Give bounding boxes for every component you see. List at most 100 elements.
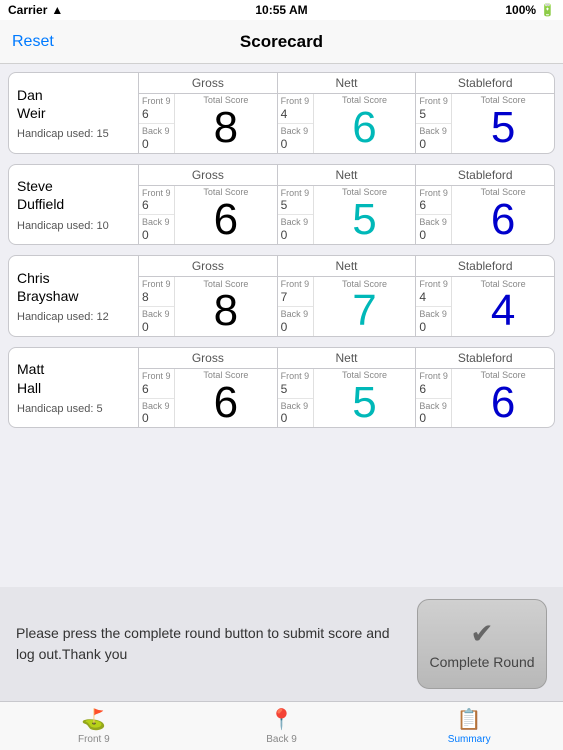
card-header-row: Gross Nett Stableford bbox=[139, 348, 554, 369]
page-title: Scorecard bbox=[240, 32, 323, 52]
tab-icon: 📍 bbox=[269, 707, 294, 732]
nett-total: Total Score 6 bbox=[314, 94, 416, 153]
gross-front9-cell: Front 9 8 bbox=[139, 277, 174, 307]
gross-total: Total Score 6 bbox=[175, 369, 277, 428]
battery-label: 100% bbox=[505, 3, 536, 17]
gross-left: Front 9 6 Back 9 0 bbox=[139, 186, 175, 245]
stableford-left: Front 9 6 Back 9 0 bbox=[416, 369, 452, 428]
tab-item-front-9[interactable]: ⛳ Front 9 bbox=[0, 702, 188, 750]
stableford-header: Stableford bbox=[416, 165, 554, 185]
gross-section: Front 9 8 Back 9 0 Total Score 8 bbox=[139, 277, 278, 336]
stableford-section: Front 9 6 Back 9 0 Total Score 6 bbox=[416, 186, 554, 245]
player-info: ChrisBrayshaw Handicap used: 12 bbox=[9, 256, 139, 336]
card-content: Gross Nett Stableford Front 9 8 Back 9 0 bbox=[139, 256, 554, 336]
card-header-row: Gross Nett Stableford bbox=[139, 165, 554, 186]
stableford-front9-cell: Front 9 6 bbox=[416, 186, 451, 216]
status-right: 100% 🔋 bbox=[505, 3, 555, 17]
stableford-total: Total Score 6 bbox=[452, 369, 554, 428]
player-handicap: Handicap used: 15 bbox=[17, 128, 130, 140]
gross-left: Front 9 6 Back 9 0 bbox=[139, 94, 175, 153]
checkmark-icon: ✔ bbox=[470, 617, 493, 650]
carrier-label: Carrier bbox=[8, 3, 47, 17]
gross-header: Gross bbox=[139, 165, 278, 185]
battery-icon: 🔋 bbox=[540, 3, 555, 17]
tab-label: Back 9 bbox=[266, 734, 297, 745]
stableford-header: Stableford bbox=[416, 348, 554, 368]
nett-section: Front 9 5 Back 9 0 Total Score 5 bbox=[278, 186, 417, 245]
stableford-section: Front 9 4 Back 9 0 Total Score 4 bbox=[416, 277, 554, 336]
stableford-header: Stableford bbox=[416, 256, 554, 276]
nett-back9-cell: Back 9 0 bbox=[278, 399, 313, 428]
gross-front9-cell: Front 9 6 bbox=[139, 369, 174, 399]
stableford-back9-cell: Back 9 0 bbox=[416, 215, 451, 244]
gross-header: Gross bbox=[139, 348, 278, 368]
tab-label: Summary bbox=[448, 734, 491, 745]
stableford-section: Front 9 6 Back 9 0 Total Score 6 bbox=[416, 369, 554, 428]
stableford-front9-cell: Front 9 5 bbox=[416, 94, 451, 124]
card-body: Front 9 6 Back 9 0 Total Score 6 bbox=[139, 186, 554, 245]
player-name: ChrisBrayshaw bbox=[17, 269, 130, 305]
nett-section: Front 9 7 Back 9 0 Total Score 7 bbox=[278, 277, 417, 336]
nav-bar: Reset Scorecard bbox=[0, 20, 563, 64]
scorecard-content: DanWeir Handicap used: 15 Gross Nett Sta… bbox=[0, 64, 563, 587]
nett-front9-cell: Front 9 5 bbox=[278, 186, 313, 216]
stableford-total: Total Score 5 bbox=[452, 94, 554, 153]
status-time: 10:55 AM bbox=[255, 3, 307, 17]
status-bar: Carrier ▲ 10:55 AM 100% 🔋 bbox=[0, 0, 563, 20]
stableford-total: Total Score 6 bbox=[452, 186, 554, 245]
tab-icon: 📋 bbox=[457, 707, 482, 732]
card-body: Front 9 6 Back 9 0 Total Score 6 bbox=[139, 369, 554, 428]
player-card: SteveDuffield Handicap used: 10 Gross Ne… bbox=[8, 164, 555, 246]
stableford-front9-cell: Front 9 6 bbox=[416, 369, 451, 399]
stableford-left: Front 9 5 Back 9 0 bbox=[416, 94, 452, 153]
reset-button[interactable]: Reset bbox=[12, 33, 54, 51]
player-name: DanWeir bbox=[17, 86, 130, 122]
player-info: SteveDuffield Handicap used: 10 bbox=[9, 165, 139, 245]
card-body: Front 9 8 Back 9 0 Total Score 8 bbox=[139, 277, 554, 336]
stableford-header: Stableford bbox=[416, 73, 554, 93]
bottom-action-area: Please press the complete round button t… bbox=[0, 587, 563, 701]
gross-front9-cell: Front 9 6 bbox=[139, 94, 174, 124]
stableford-back9-cell: Back 9 0 bbox=[416, 124, 451, 153]
nett-back9-cell: Back 9 0 bbox=[278, 124, 313, 153]
gross-front9-cell: Front 9 6 bbox=[139, 186, 174, 216]
gross-total: Total Score 6 bbox=[175, 186, 277, 245]
stableford-left: Front 9 6 Back 9 0 bbox=[416, 186, 452, 245]
nett-header: Nett bbox=[278, 165, 417, 185]
player-handicap: Handicap used: 10 bbox=[17, 220, 130, 232]
nett-left: Front 9 5 Back 9 0 bbox=[278, 186, 314, 245]
gross-left: Front 9 8 Back 9 0 bbox=[139, 277, 175, 336]
complete-round-button[interactable]: ✔ Complete Round bbox=[417, 599, 547, 689]
nett-left: Front 9 5 Back 9 0 bbox=[278, 369, 314, 428]
tab-item-back-9[interactable]: 📍 Back 9 bbox=[188, 702, 376, 750]
bottom-instruction-text: Please press the complete round button t… bbox=[16, 623, 405, 665]
card-body: Front 9 6 Back 9 0 Total Score 8 bbox=[139, 94, 554, 153]
stableford-back9-cell: Back 9 0 bbox=[416, 307, 451, 336]
nett-back9-cell: Back 9 0 bbox=[278, 215, 313, 244]
stableford-total: Total Score 4 bbox=[452, 277, 554, 336]
wifi-icon: ▲ bbox=[51, 3, 63, 17]
nett-left: Front 9 4 Back 9 0 bbox=[278, 94, 314, 153]
tab-item-summary[interactable]: 📋 Summary bbox=[375, 702, 563, 750]
gross-back9-cell: Back 9 0 bbox=[139, 399, 174, 428]
nett-total: Total Score 7 bbox=[314, 277, 416, 336]
nett-section: Front 9 5 Back 9 0 Total Score 5 bbox=[278, 369, 417, 428]
nett-header: Nett bbox=[278, 73, 417, 93]
gross-back9-cell: Back 9 0 bbox=[139, 307, 174, 336]
nett-total: Total Score 5 bbox=[314, 369, 416, 428]
complete-round-label: Complete Round bbox=[429, 654, 534, 671]
gross-header: Gross bbox=[139, 73, 278, 93]
gross-header: Gross bbox=[139, 256, 278, 276]
gross-section: Front 9 6 Back 9 0 Total Score 6 bbox=[139, 369, 278, 428]
gross-total: Total Score 8 bbox=[175, 94, 277, 153]
gross-section: Front 9 6 Back 9 0 Total Score 6 bbox=[139, 186, 278, 245]
gross-back9-cell: Back 9 0 bbox=[139, 215, 174, 244]
nett-header: Nett bbox=[278, 348, 417, 368]
stableford-front9-cell: Front 9 4 bbox=[416, 277, 451, 307]
stableford-section: Front 9 5 Back 9 0 Total Score 5 bbox=[416, 94, 554, 153]
tab-bar: ⛳ Front 9 📍 Back 9 📋 Summary bbox=[0, 701, 563, 750]
gross-section: Front 9 6 Back 9 0 Total Score 8 bbox=[139, 94, 278, 153]
card-content: Gross Nett Stableford Front 9 6 Back 9 0 bbox=[139, 348, 554, 428]
stableford-back9-cell: Back 9 0 bbox=[416, 399, 451, 428]
card-content: Gross Nett Stableford Front 9 6 Back 9 0 bbox=[139, 73, 554, 153]
